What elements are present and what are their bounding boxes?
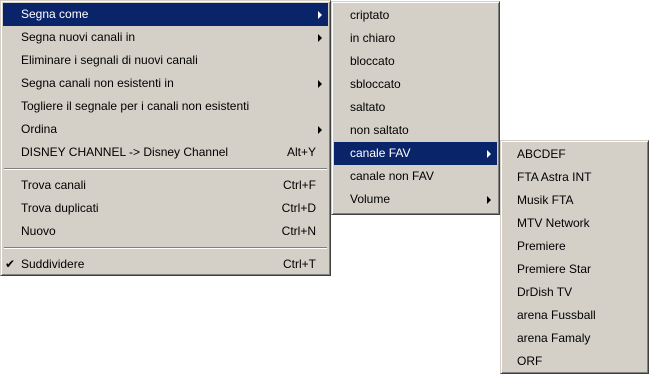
submenu-arrow-icon — [487, 196, 491, 204]
menu-item-saltato[interactable]: saltato — [334, 96, 497, 119]
menu-item-segna-nuovi-canali[interactable]: Segna nuovi canali in — [3, 26, 328, 49]
menu-item-fav-premiere-star[interactable]: Premiere Star — [503, 258, 646, 281]
menu-item-criptato[interactable]: criptato — [334, 4, 497, 27]
menu-item-label: ABCDEF — [517, 147, 566, 161]
menu-item-nuovo[interactable]: Nuovo Ctrl+N — [3, 220, 328, 243]
menu-item-label: criptato — [350, 8, 390, 22]
menu-item-segna-canali-non-esistenti[interactable]: Segna canali non esistenti in — [3, 72, 328, 95]
submenu-canale-fav: ABCDEF FTA Astra INT Musik FTA MTV Netwo… — [500, 140, 649, 374]
checkmark-icon: ✔ — [5, 257, 16, 271]
menu-item-togliere-segnale[interactable]: Togliere il segnale per i canali non esi… — [3, 95, 328, 118]
menu-item-label: Premiere — [517, 239, 566, 253]
menu-item-label: Trova canali — [21, 178, 86, 192]
menu-item-label: Segna nuovi canali in — [21, 30, 136, 44]
menu-item-label: Segna come — [21, 7, 89, 21]
menu-item-label: Trova duplicati — [21, 201, 99, 215]
menu-item-volume[interactable]: Volume — [334, 188, 497, 211]
menu-item-shortcut: Ctrl+N — [281, 224, 316, 238]
menu-item-label: Ordina — [21, 122, 58, 136]
submenu-arrow-icon — [487, 150, 491, 158]
menu-separator — [4, 168, 327, 170]
menu-item-suddividere[interactable]: ✔ Suddividere Ctrl+T — [3, 253, 328, 276]
menu-item-label: Nuovo — [21, 224, 56, 238]
menu-item-label: DrDish TV — [517, 285, 573, 299]
menu-item-label: non saltato — [350, 123, 409, 137]
menu-item-label: Togliere il segnale per i canali non esi… — [21, 99, 250, 113]
menu-item-label: Suddividere — [21, 257, 85, 271]
menu-item-label: DISNEY CHANNEL -> Disney Channel — [21, 145, 229, 159]
menu-item-sbloccato[interactable]: sbloccato — [334, 73, 497, 96]
menu-item-fav-arena-famaly[interactable]: arena Famaly — [503, 327, 646, 350]
submenu-arrow-icon — [318, 126, 322, 134]
menu-item-label: Segna canali non esistenti in — [21, 76, 174, 90]
menu-item-fav-fta-astra-int[interactable]: FTA Astra INT — [503, 166, 646, 189]
menu-item-label: in chiaro — [350, 31, 396, 45]
menu-item-shortcut: Ctrl+F — [283, 178, 316, 192]
submenu-segna-come: criptato in chiaro bloccato sbloccato sa… — [331, 1, 500, 215]
menu-item-label: arena Famaly — [517, 331, 591, 345]
menu-item-fav-musik-fta[interactable]: Musik FTA — [503, 189, 646, 212]
menu-item-label: bloccato — [350, 54, 395, 68]
menu-item-fav-mtv-network[interactable]: MTV Network — [503, 212, 646, 235]
menu-item-fav-orf[interactable]: ORF — [503, 350, 646, 373]
menu-item-label: FTA Astra INT — [517, 170, 592, 184]
menu-item-shortcut: Alt+Y — [286, 145, 316, 159]
submenu-arrow-icon — [318, 34, 322, 42]
menu-item-canale-non-fav[interactable]: canale non FAV — [334, 165, 497, 188]
menu-item-fav-premiere[interactable]: Premiere — [503, 235, 646, 258]
menu-item-label: canale FAV — [350, 146, 411, 160]
menu-item-label: Eliminare i segnali di nuovi canali — [21, 53, 198, 67]
menu-item-canale-fav[interactable]: canale FAV — [334, 142, 497, 165]
context-menu-main: Segna come Segna nuovi canali in Elimina… — [0, 0, 331, 276]
menu-item-fav-abcdef[interactable]: ABCDEF — [503, 143, 646, 166]
menu-item-rename-disney[interactable]: DISNEY CHANNEL -> Disney Channel Alt+Y — [3, 141, 328, 164]
menu-item-label: sbloccato — [350, 77, 401, 91]
menu-item-label: canale non FAV — [350, 169, 434, 183]
submenu-arrow-icon — [318, 11, 322, 19]
submenu-arrow-icon — [318, 80, 322, 88]
menu-item-label: saltato — [350, 100, 386, 114]
menu-separator — [4, 247, 327, 249]
menu-item-in-chiaro[interactable]: in chiaro — [334, 27, 497, 50]
menu-item-label: Volume — [350, 192, 391, 206]
menu-item-shortcut: Ctrl+D — [281, 201, 316, 215]
menu-item-trova-duplicati[interactable]: Trova duplicati Ctrl+D — [3, 197, 328, 220]
menu-item-segna-come[interactable]: Segna come — [3, 3, 328, 26]
menu-item-eliminare-segnali[interactable]: Eliminare i segnali di nuovi canali — [3, 49, 328, 72]
menu-item-bloccato[interactable]: bloccato — [334, 50, 497, 73]
menu-item-label: arena Fussball — [517, 308, 596, 322]
menu-item-ordina[interactable]: Ordina — [3, 118, 328, 141]
menu-item-shortcut: Ctrl+T — [283, 257, 316, 271]
menu-item-trova-canali[interactable]: Trova canali Ctrl+F — [3, 174, 328, 197]
menu-item-label: Musik FTA — [517, 193, 574, 207]
menu-item-fav-drdish-tv[interactable]: DrDish TV — [503, 281, 646, 304]
menu-item-label: ORF — [517, 354, 543, 368]
menu-item-fav-arena-fussball[interactable]: arena Fussball — [503, 304, 646, 327]
menu-item-label: MTV Network — [517, 216, 590, 230]
menu-item-label: Premiere Star — [517, 262, 592, 276]
menu-item-non-saltato[interactable]: non saltato — [334, 119, 497, 142]
